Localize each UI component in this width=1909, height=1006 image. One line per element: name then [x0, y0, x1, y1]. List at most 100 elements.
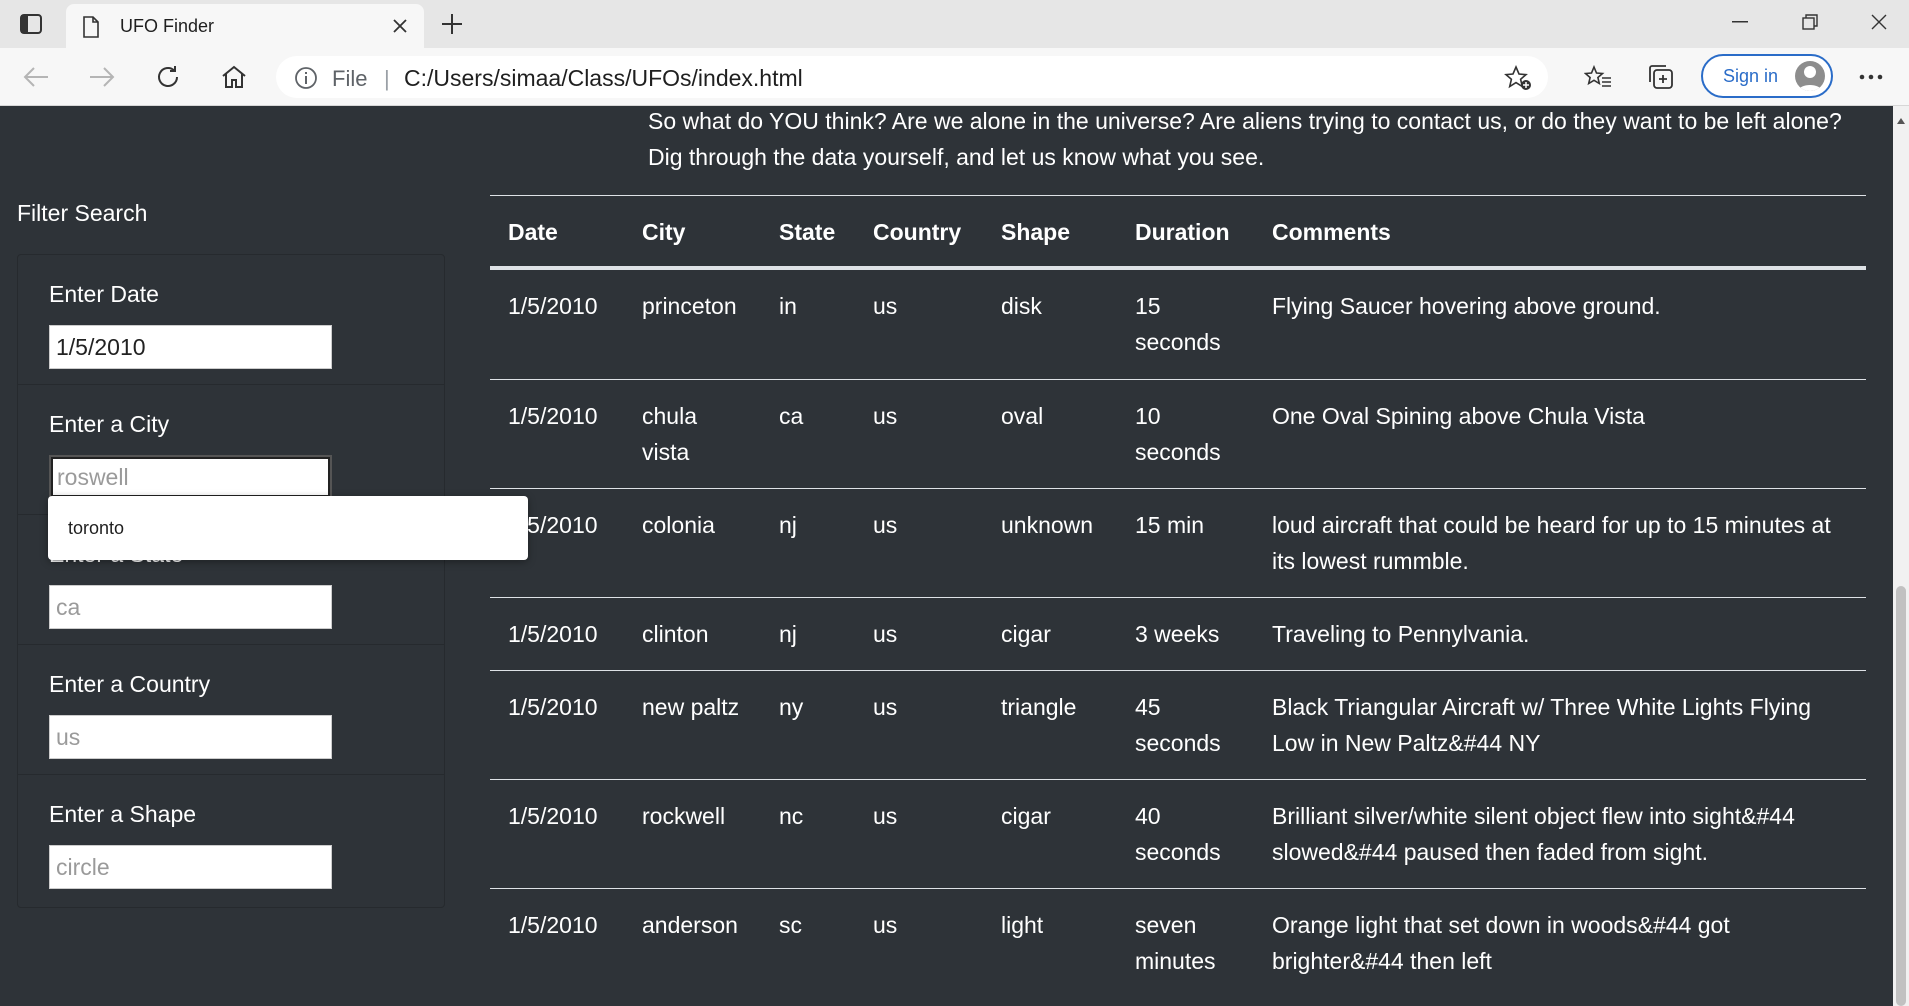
header-comments: Comments [1272, 219, 1391, 245]
scrollbar-thumb[interactable] [1896, 586, 1906, 1006]
sign-in-label: Sign in [1723, 66, 1779, 86]
cell-shape: triangle [1001, 694, 1077, 720]
cell-date: 1/5/2010 [508, 403, 598, 429]
cell-date: 1/5/2010 [508, 912, 598, 938]
tab-title: UFO Finder [120, 16, 215, 36]
cell-shape: disk [1001, 293, 1042, 319]
page-scrollbar[interactable] [1893, 106, 1909, 1006]
state-input[interactable] [49, 585, 332, 629]
browser-tab[interactable]: UFO Finder [66, 4, 424, 48]
home-icon[interactable] [216, 60, 252, 94]
cell-country: us [873, 512, 898, 538]
filter-panel: Enter Date Enter a City Enter a State En… [17, 254, 445, 908]
minimize-icon[interactable] [1712, 4, 1768, 40]
refresh-icon[interactable] [150, 60, 186, 94]
header-duration: Duration [1135, 219, 1230, 245]
cell-country: us [873, 912, 898, 938]
cell-duration: 10 seconds [1135, 403, 1221, 465]
cell-country: us [873, 803, 898, 829]
favorites-icon[interactable] [1580, 60, 1616, 94]
table-row: 1/5/2010 princeton in us disk 15 seconds… [490, 269, 1866, 379]
more-options-icon[interactable] [1853, 60, 1889, 94]
cell-comments: Black Triangular Aircraft w/ Three White… [1272, 694, 1812, 756]
new-tab-icon[interactable] [438, 10, 466, 38]
back-arrow-icon[interactable] [18, 60, 54, 94]
filter-label: Enter a Country [49, 671, 211, 697]
table-row: 1/5/2010 rockwell nc us cigar 40 seconds… [490, 779, 1866, 888]
city-input[interactable] [49, 455, 332, 499]
header-city: City [642, 219, 686, 245]
cell-state: nc [779, 803, 804, 829]
cell-comments: Flying Saucer hovering above ground. [1272, 293, 1661, 319]
date-input[interactable] [49, 325, 332, 369]
table-row: 1/5/2010 clinton nj us cigar 3 weeks Tra… [490, 597, 1866, 670]
page-icon [82, 16, 100, 43]
cell-shape: unknown [1001, 512, 1094, 538]
cell-comments: Orange light that set down in woods&#44 … [1272, 912, 1730, 974]
autocomplete-suggestion[interactable]: toronto [68, 518, 124, 539]
header-date: Date [508, 219, 558, 245]
window-close-icon[interactable] [1851, 4, 1907, 40]
cell-shape: cigar [1001, 621, 1051, 647]
cell-date: 1/5/2010 [508, 803, 598, 829]
address-separator: | [384, 66, 390, 91]
browser-tab-bar: UFO Finder [0, 0, 1909, 48]
cell-city: new paltz [642, 694, 740, 720]
cell-shape: light [1001, 912, 1044, 938]
address-scheme: File [332, 66, 368, 91]
cell-date: 1/5/2010 [508, 293, 598, 319]
cell-duration: 45 seconds [1135, 694, 1221, 756]
avatar-icon [1795, 61, 1825, 91]
cell-state: nj [779, 512, 797, 538]
cell-state: nj [779, 621, 797, 647]
collections-icon[interactable] [1643, 60, 1679, 94]
country-input[interactable] [49, 715, 332, 759]
cell-duration: 3 weeks [1135, 621, 1220, 647]
cell-comments: Traveling to Pennylvania. [1272, 621, 1530, 647]
restore-icon[interactable] [1782, 4, 1838, 40]
info-icon[interactable] [294, 66, 318, 95]
filter-label: Enter Date [49, 281, 159, 307]
filter-shape: Enter a Shape [18, 775, 444, 905]
filter-label: Enter a Shape [49, 801, 197, 827]
cell-country: us [873, 403, 898, 429]
filter-country: Enter a Country [18, 645, 444, 775]
cell-country: us [873, 293, 898, 319]
intro-paragraph: So what do YOU think? Are we alone in th… [648, 108, 1842, 170]
cell-country: us [873, 621, 898, 647]
header-state: State [779, 219, 836, 245]
table-row: 1/5/2010 anderson sc us light seven minu… [490, 888, 1866, 1006]
cell-duration: 15 min [1135, 512, 1205, 538]
cell-date: 1/5/2010 [508, 694, 598, 720]
header-country: Country [873, 219, 962, 245]
cell-duration: 15 seconds [1135, 293, 1221, 355]
table-header-row: Date City State Country Shape Duration C… [490, 195, 1866, 269]
forward-arrow-icon[interactable] [84, 60, 120, 94]
autocomplete-dropdown: toronto [48, 496, 528, 560]
cell-city: chula vista [642, 403, 697, 465]
cell-comments: Brilliant silver/white silent object fle… [1272, 803, 1795, 865]
add-favorite-icon[interactable] [1504, 65, 1532, 91]
cell-country: us [873, 694, 898, 720]
cell-comments: loud aircraft that could be heard for up… [1272, 512, 1831, 574]
cell-shape: oval [1001, 403, 1044, 429]
cell-date: 1/5/2010 [508, 512, 598, 538]
address-bar[interactable]: File | C:/Users/simaa/Class/UFOs/index.h… [276, 56, 1548, 98]
address-url[interactable]: C:/Users/simaa/Class/UFOs/index.html [404, 65, 803, 92]
shape-input[interactable] [49, 845, 332, 889]
filter-label: Enter a City [49, 411, 170, 437]
sign-in-button[interactable]: Sign in [1701, 54, 1833, 98]
close-icon[interactable] [388, 14, 412, 38]
cell-city: colonia [642, 512, 715, 538]
cell-city: rockwell [642, 803, 726, 829]
cell-state: in [779, 293, 797, 319]
cell-duration: seven minutes [1135, 912, 1216, 974]
table-row: 1/5/2010 colonia nj us unknown 15 min lo… [490, 488, 1866, 597]
cell-city: anderson [642, 912, 738, 938]
table-row: 1/5/2010 chula vista ca us oval 10 secon… [490, 379, 1866, 488]
tab-actions-icon[interactable] [16, 10, 46, 38]
cell-city: princeton [642, 293, 737, 319]
browser-toolbar: File | C:/Users/simaa/Class/UFOs/index.h… [0, 48, 1909, 106]
scroll-up-icon[interactable] [1896, 112, 1906, 130]
header-shape: Shape [1001, 219, 1071, 245]
